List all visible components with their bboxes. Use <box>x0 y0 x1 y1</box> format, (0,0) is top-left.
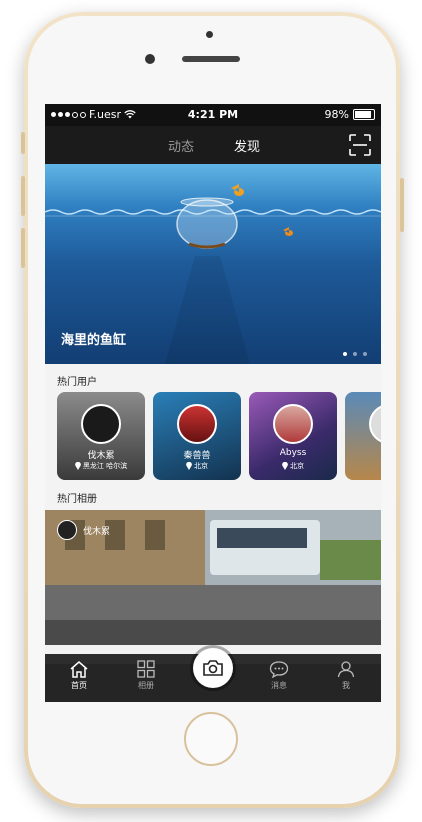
camera-icon <box>203 660 223 676</box>
user-icon <box>337 661 355 678</box>
grid-icon <box>137 660 155 678</box>
avatar <box>81 404 121 444</box>
battery-percent: 98% <box>324 108 349 121</box>
discover-content: 热门用户 伐木累 黑龙江 哈尔滨 秦兽兽 北京 Abyss 北京 热门相册 伐木… <box>45 364 381 664</box>
user-name: Abyss <box>279 448 307 458</box>
battery-icon <box>353 109 375 120</box>
user-location: 北京 <box>153 461 241 471</box>
user-location-text: 北京 <box>194 462 208 470</box>
tab-messages-label: 消息 <box>271 681 287 690</box>
user-location-text: 北京 <box>290 462 304 470</box>
top-nav: 动态 发现 <box>45 126 381 164</box>
section-title-hot-albums: 热门相册 <box>57 494 97 505</box>
tab-feed[interactable]: 动态 <box>168 136 194 155</box>
tab-me-label: 我 <box>342 681 350 690</box>
user-location-text: 黑龙江 哈尔滨 <box>82 462 128 470</box>
banner-pager[interactable] <box>343 352 367 356</box>
front-camera <box>145 54 155 64</box>
featured-banner[interactable]: 海里的鱼缸 <box>45 164 381 364</box>
user-card[interactable]: 秦兽兽 北京 <box>153 392 241 480</box>
tab-home-label: 首页 <box>71 681 87 690</box>
avatar <box>177 404 217 444</box>
bottom-tab-bar: 首页 相册 消息 我 <box>45 648 381 702</box>
earpiece-speaker <box>182 56 240 62</box>
album-card[interactable]: 伐木累 <box>45 510 381 645</box>
user-location: 北京 <box>249 461 337 471</box>
hot-users-list: 伐木累 黑龙江 哈尔滨 秦兽兽 北京 Abyss 北京 <box>57 392 381 482</box>
location-pin-icon <box>282 462 288 470</box>
user-card[interactable]: 伐木累 黑龙江 哈尔滨 <box>57 392 145 480</box>
pager-dot <box>343 352 347 356</box>
tab-messages[interactable]: 消息 <box>259 660 299 691</box>
tab-albums-label: 相册 <box>138 681 154 690</box>
status-bar: F.uesr 4:21 PM 98% <box>45 104 381 126</box>
user-card[interactable]: Abyss 北京 <box>249 392 337 480</box>
mute-switch <box>21 132 25 154</box>
avatar <box>273 404 313 444</box>
pager-dot <box>363 352 367 356</box>
location-pin-icon <box>186 462 192 470</box>
user-name: 伐木累 <box>87 451 115 461</box>
user-card[interactable] <box>345 392 381 480</box>
album-owner[interactable]: 伐木累 <box>57 520 110 540</box>
banner-title: 海里的鱼缸 <box>61 333 127 348</box>
album-owner-name: 伐木累 <box>83 526 111 537</box>
home-button[interactable] <box>184 712 238 766</box>
section-title-hot-users: 热门用户 <box>57 377 97 388</box>
power-button <box>400 178 404 232</box>
tab-home[interactable]: 首页 <box>59 660 99 691</box>
user-name: 秦兽兽 <box>183 451 211 461</box>
pager-dot <box>353 352 357 356</box>
battery-status: 98% <box>325 108 375 121</box>
avatar <box>369 404 381 444</box>
user-location: 黑龙江 哈尔滨 <box>57 461 145 471</box>
volume-up-button <box>21 176 25 216</box>
tab-discover[interactable]: 发现 <box>234 136 260 155</box>
location-pin-icon <box>75 462 81 470</box>
avatar <box>57 520 77 540</box>
app-screen: F.uesr 4:21 PM 98% 动态 发现 海里的鱼缸 热门用户 伐木累 … <box>45 104 381 702</box>
proximity-sensor <box>206 31 213 38</box>
volume-down-button <box>21 228 25 268</box>
tab-me[interactable]: 我 <box>326 660 366 691</box>
camera-button[interactable] <box>193 648 233 688</box>
home-icon <box>70 661 88 678</box>
scan-icon[interactable] <box>349 134 371 156</box>
tab-albums[interactable]: 相册 <box>126 660 166 691</box>
chat-icon <box>269 661 289 678</box>
